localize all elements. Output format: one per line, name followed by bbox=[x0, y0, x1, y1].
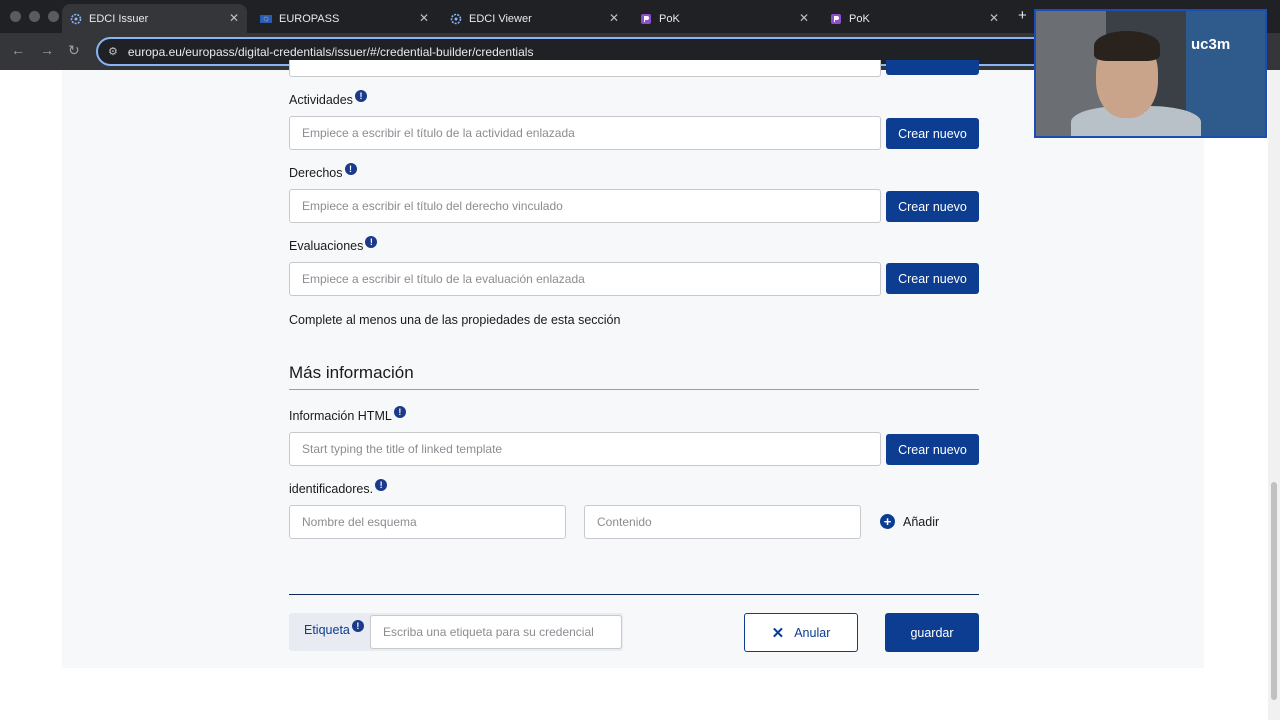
minimize-window-dot[interactable] bbox=[29, 11, 40, 22]
tab-label: EDCI Viewer bbox=[469, 12, 532, 25]
scrollbar-thumb[interactable] bbox=[1271, 482, 1277, 700]
assessments-label: Evaluaciones! bbox=[289, 236, 378, 253]
info-icon[interactable]: ! bbox=[365, 236, 378, 248]
window-controls[interactable] bbox=[10, 11, 59, 22]
page-scrollbar[interactable] bbox=[1268, 70, 1280, 720]
info-icon[interactable]: ! bbox=[354, 90, 367, 102]
html-info-input[interactable]: Start typing the title of linked templat… bbox=[289, 432, 881, 466]
footer-divider bbox=[289, 594, 979, 595]
new-tab-icon[interactable]: + bbox=[1018, 7, 1027, 24]
tab-edci-issuer[interactable]: EDCI Issuer ✕ bbox=[62, 4, 247, 33]
close-window-dot[interactable] bbox=[10, 11, 21, 22]
tab-label: PoK bbox=[659, 12, 680, 25]
maximize-window-dot[interactable] bbox=[48, 11, 59, 22]
scheme-name-input[interactable]: Nombre del esquema bbox=[289, 505, 566, 539]
tag-box: Etiqueta! Escriba una etiqueta para su c… bbox=[289, 613, 623, 651]
info-icon[interactable]: ! bbox=[375, 479, 388, 491]
more-info-title: Más información bbox=[289, 363, 414, 382]
html-info-create-button[interactable]: Crear nuevo bbox=[886, 434, 979, 465]
info-icon[interactable]: ! bbox=[393, 406, 406, 418]
section-divider bbox=[289, 389, 979, 390]
reload-icon[interactable]: ↻ bbox=[68, 42, 80, 59]
site-settings-icon[interactable]: ⚙ bbox=[108, 45, 118, 58]
gear-icon bbox=[450, 13, 462, 24]
tab-europass[interactable]: EUROPASS ✕ bbox=[252, 4, 437, 33]
close-tab-icon[interactable]: ✕ bbox=[799, 11, 809, 25]
page-content: Actividades! Empiece a escribir el títul… bbox=[0, 60, 1268, 720]
previous-field-partial[interactable] bbox=[289, 60, 881, 77]
close-tab-icon[interactable]: ✕ bbox=[609, 11, 619, 25]
save-button[interactable]: guardar bbox=[885, 613, 979, 652]
url-text[interactable]: europa.eu/europass/digital-credentials/i… bbox=[128, 45, 534, 59]
tab-pok-2[interactable]: PoK ✕ bbox=[822, 4, 1007, 33]
gear-icon bbox=[70, 13, 82, 24]
close-tab-icon[interactable]: ✕ bbox=[989, 11, 999, 25]
rights-create-button[interactable]: Crear nuevo bbox=[886, 191, 979, 222]
plus-circle-icon: + bbox=[880, 514, 895, 529]
activities-input[interactable]: Empiece a escribir el título de la activ… bbox=[289, 116, 881, 150]
tag-input[interactable]: Escriba una etiqueta para su credencial bbox=[370, 615, 622, 649]
info-icon[interactable]: ! bbox=[344, 163, 357, 175]
identifiers-label: identificadores.! bbox=[289, 479, 388, 496]
info-icon[interactable]: ! bbox=[351, 620, 364, 632]
section-note: Complete al menos una de las propiedades… bbox=[289, 313, 621, 327]
forward-arrow-icon[interactable]: → bbox=[40, 42, 54, 58]
presenter-hair bbox=[1094, 31, 1160, 61]
assessments-create-button[interactable]: Crear nuevo bbox=[886, 263, 979, 294]
tab-label: PoK bbox=[849, 12, 870, 25]
tab-label: EUROPASS bbox=[279, 12, 340, 25]
cancel-button[interactable]: ✕ Anular bbox=[744, 613, 858, 652]
add-identifier-button[interactable]: + Añadir bbox=[880, 514, 939, 529]
tab-edci-viewer[interactable]: EDCI Viewer ✕ bbox=[442, 4, 627, 33]
rights-input[interactable]: Empiece a escribir el título del derecho… bbox=[289, 189, 881, 223]
tag-label: Etiqueta! bbox=[304, 620, 364, 637]
form-card bbox=[62, 70, 1204, 668]
pok-icon bbox=[641, 13, 651, 24]
activities-label: Actividades! bbox=[289, 90, 367, 107]
html-info-label: Información HTML! bbox=[289, 406, 406, 423]
close-icon: ✕ bbox=[771, 624, 785, 642]
close-tab-icon[interactable]: ✕ bbox=[419, 11, 429, 25]
back-arrow-icon[interactable]: ← bbox=[11, 42, 25, 58]
assessments-input[interactable]: Empiece a escribir el título de la evalu… bbox=[289, 262, 881, 296]
identifier-content-input[interactable]: Contenido bbox=[584, 505, 861, 539]
close-tab-icon[interactable]: ✕ bbox=[229, 11, 239, 25]
uc3m-logo: uc3m bbox=[1191, 36, 1231, 53]
rights-label: Derechos! bbox=[289, 163, 357, 180]
tab-pok-1[interactable]: PoK ✕ bbox=[632, 4, 817, 33]
activities-create-button[interactable]: Crear nuevo bbox=[886, 118, 979, 149]
webcam-overlay: uc3m bbox=[1034, 9, 1267, 138]
eu-flag-icon bbox=[260, 14, 272, 23]
previous-create-button-partial[interactable] bbox=[886, 60, 979, 75]
tab-label: EDCI Issuer bbox=[89, 12, 149, 25]
pok-icon bbox=[831, 13, 841, 24]
